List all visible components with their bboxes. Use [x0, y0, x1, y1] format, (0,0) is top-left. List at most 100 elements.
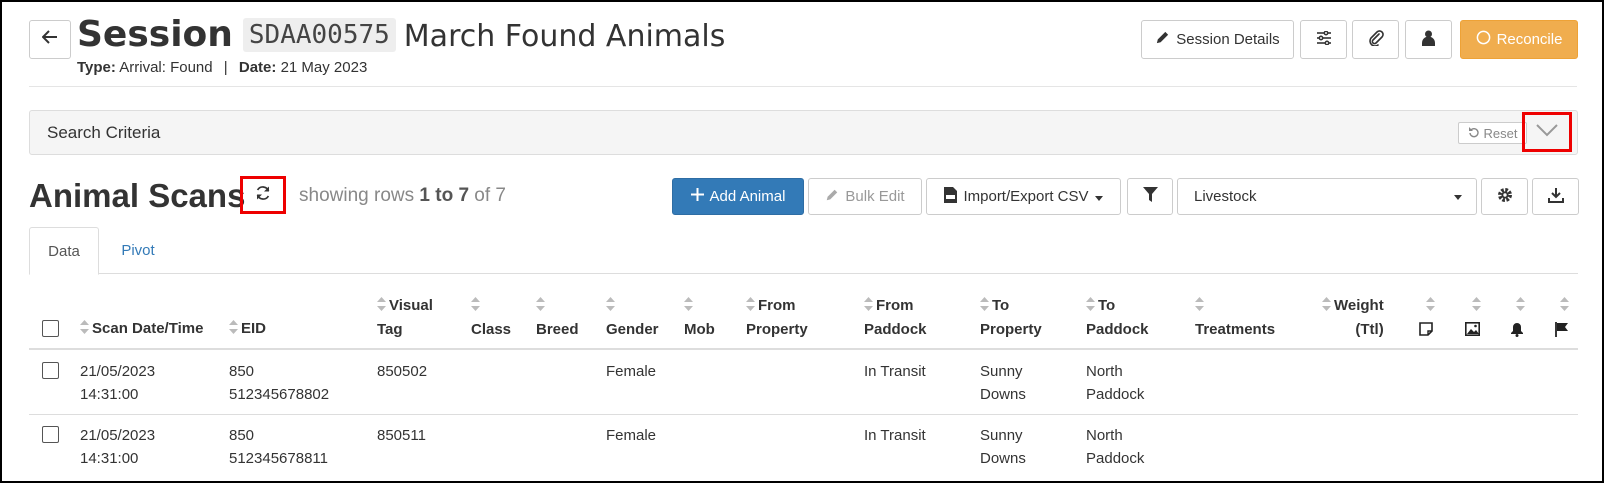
pencil-icon	[1155, 30, 1170, 49]
user-button[interactable]	[1405, 20, 1452, 59]
cell-to-paddock: North Paddock	[1086, 360, 1144, 406]
cell-visual-tag: 850511	[377, 427, 426, 444]
bell-icon[interactable]	[1510, 322, 1524, 342]
settings-sliders-button[interactable]	[1300, 20, 1347, 59]
filter-icon	[1142, 187, 1158, 206]
col-header-from-property[interactable]: From Property	[746, 294, 808, 341]
expand-search-button[interactable]	[1522, 112, 1572, 152]
col-header-label: To	[992, 297, 1010, 314]
reset-button[interactable]: Reset	[1458, 122, 1527, 144]
cell-eid-line1: 850	[229, 363, 255, 380]
livestock-select[interactable]: Livestock	[1177, 178, 1477, 215]
cell-to-property: Sunny Downs	[980, 360, 1026, 406]
type-label: Type:	[77, 59, 116, 76]
cell-to-paddock-line1: North	[1086, 363, 1123, 380]
cell-to-paddock-line2: Paddock	[1086, 386, 1145, 403]
chevron-down-icon	[1535, 123, 1559, 142]
col-header-mob[interactable]: Mob	[684, 294, 715, 341]
col-header-to-property[interactable]: To Property	[980, 294, 1042, 341]
col-header-label: To	[1098, 297, 1116, 314]
sort-icon	[684, 295, 693, 318]
sort-icon	[229, 318, 238, 341]
tab-data[interactable]: Data	[29, 227, 99, 275]
cell-gender: Female	[606, 363, 657, 380]
tab-pivot[interactable]: Pivot	[99, 227, 177, 274]
col-header-gender[interactable]: Gender	[606, 294, 659, 341]
session-code: SDAA00575	[242, 18, 396, 52]
row-checkbox[interactable]	[42, 362, 59, 379]
date-label: Date:	[238, 59, 277, 76]
cell-date: 21/05/2023	[80, 363, 156, 380]
add-animal-button[interactable]: Add Animal	[672, 178, 804, 215]
col-header-class[interactable]: Class	[471, 294, 511, 341]
header-divider	[29, 86, 1577, 87]
import-export-label: Import/Export CSV	[963, 188, 1089, 205]
col-header-label: Paddock	[864, 320, 927, 338]
col-header-label: Weight	[1334, 297, 1384, 314]
col-header-scan-datetime[interactable]: Scan Date/Time	[80, 317, 203, 341]
col-header-treatments[interactable]: Treatments	[1195, 294, 1275, 341]
col-header-label: Property	[746, 320, 808, 338]
col-header-label: Gender	[606, 320, 659, 338]
col-header-to-paddock[interactable]: To Paddock	[1086, 294, 1149, 341]
image-icon[interactable]	[1465, 322, 1480, 341]
cell-eid-line2: 512345678802	[229, 386, 330, 403]
col-header-label: EID	[241, 320, 267, 337]
download-icon	[1547, 187, 1564, 207]
sort-icon[interactable]	[1472, 297, 1481, 316]
sort-icon	[606, 295, 615, 318]
cell-to-property-line2: Downs	[980, 386, 1026, 403]
caret-down-icon	[1454, 195, 1462, 200]
session-details-label: Session Details	[1176, 31, 1280, 48]
attachments-button[interactable]	[1352, 20, 1399, 59]
sort-icon	[1195, 295, 1204, 318]
sort-icon	[746, 295, 755, 318]
select-all-checkbox[interactable]	[42, 320, 59, 337]
sort-icon	[471, 295, 480, 318]
note-icon[interactable]	[1419, 322, 1433, 341]
col-header-from-paddock[interactable]: From Paddock	[864, 294, 927, 341]
table-header-divider	[29, 348, 1578, 350]
showing-prefix: showing rows	[299, 185, 415, 206]
settings-button[interactable]	[1481, 178, 1528, 215]
cell-eid-line1: 850	[229, 427, 255, 444]
col-header-label: Paddock	[1086, 320, 1149, 338]
back-button[interactable]	[29, 20, 71, 59]
search-criteria-panel[interactable]: Search Criteria Reset	[29, 110, 1578, 155]
paperclip-icon	[1368, 29, 1384, 50]
bulk-edit-label: Bulk Edit	[845, 188, 905, 205]
caret-down-icon	[1094, 188, 1103, 205]
circle-icon	[1476, 30, 1491, 49]
col-header-label: Mob	[684, 320, 715, 338]
sort-icon	[1322, 295, 1331, 318]
col-header-breed[interactable]: Breed	[536, 294, 579, 341]
session-meta: Type: Arrival: Found | Date: 21 May 2023	[77, 59, 367, 76]
filter-button[interactable]	[1127, 178, 1173, 215]
csv-file-icon	[944, 186, 958, 207]
sort-icon	[80, 318, 89, 341]
view-tabs: Data Pivot	[29, 227, 1578, 275]
reconcile-button[interactable]: Reconcile	[1460, 20, 1578, 59]
session-details-button[interactable]: Session Details	[1141, 20, 1294, 59]
sort-icon[interactable]	[1560, 297, 1569, 316]
sort-icon	[536, 295, 545, 318]
page-title: Session SDAA00575 March Found Animals	[77, 14, 725, 55]
cell-from-paddock: In Transit	[864, 427, 926, 444]
import-export-csv-dropdown[interactable]: Import/Export CSV	[926, 178, 1121, 215]
col-header-weight[interactable]: Weight (Ttl)	[1322, 294, 1384, 341]
plus-icon	[690, 188, 704, 205]
refresh-button[interactable]	[240, 176, 286, 214]
col-header-eid[interactable]: EID	[229, 317, 266, 341]
download-button[interactable]	[1532, 178, 1579, 215]
col-header-visual-tag[interactable]: Visual Tag	[377, 294, 433, 341]
col-header-label: Property	[980, 320, 1042, 338]
date-value: 21 May 2023	[280, 59, 368, 76]
sliders-icon	[1316, 30, 1332, 49]
cell-date: 21/05/2023	[80, 427, 156, 444]
bulk-edit-button[interactable]: Bulk Edit	[808, 178, 922, 215]
sort-icon[interactable]	[1426, 297, 1435, 316]
row-checkbox[interactable]	[42, 426, 59, 443]
sort-icon[interactable]	[1516, 297, 1525, 316]
flag-icon[interactable]	[1555, 322, 1569, 342]
cell-time: 14:31:00	[80, 450, 139, 467]
